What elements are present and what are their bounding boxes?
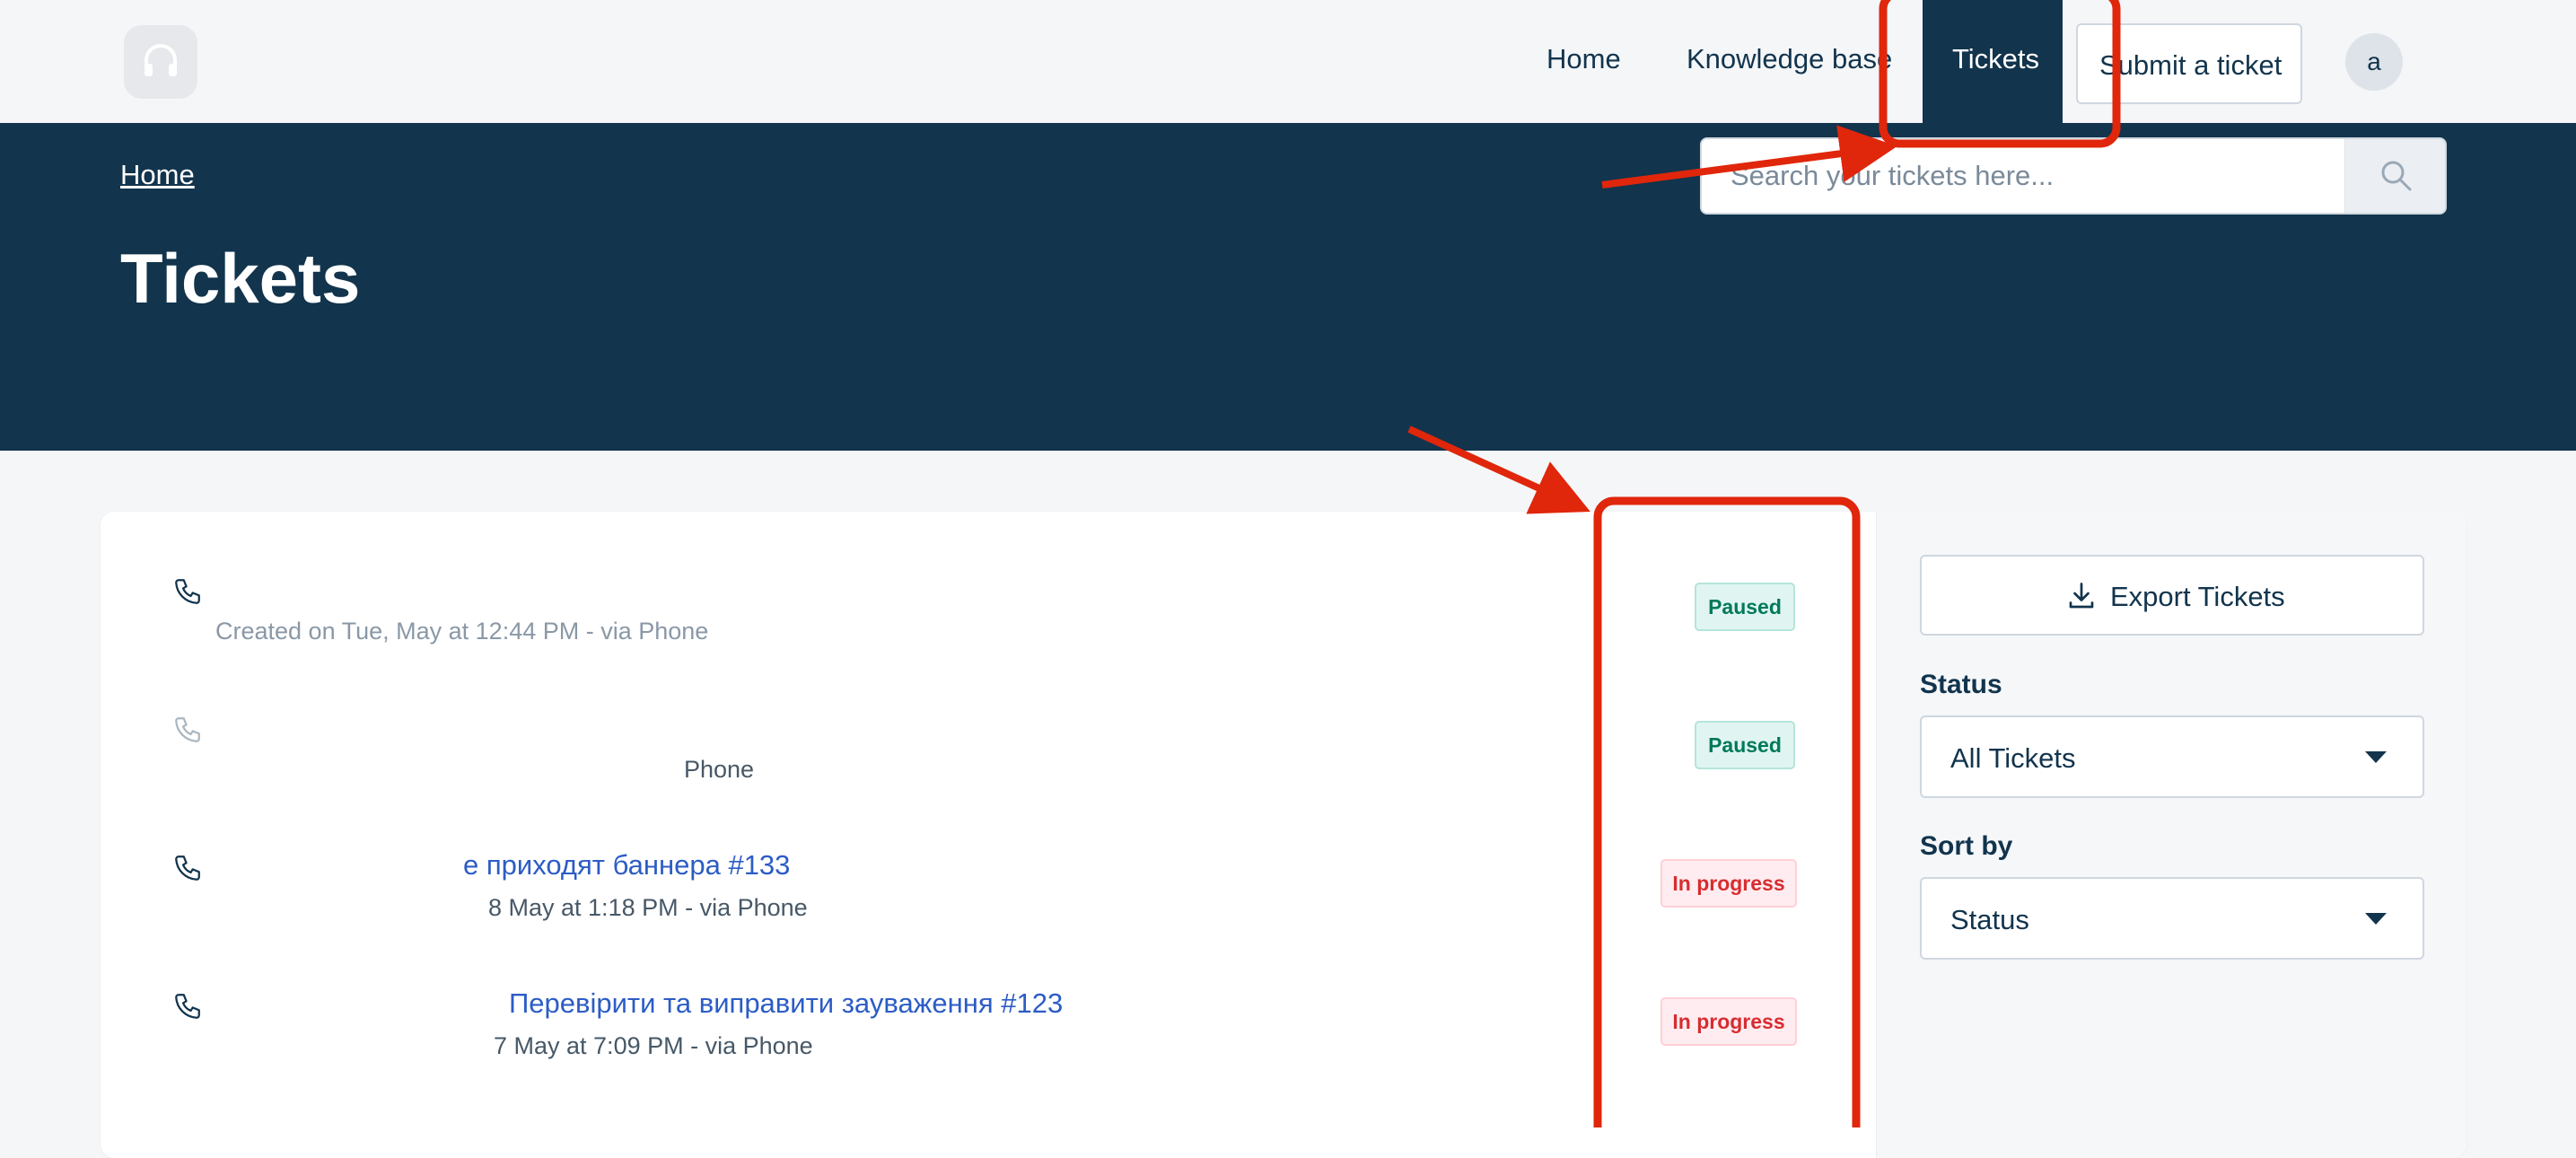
submit-ticket-label: Submit a ticket [2099, 49, 2282, 81]
ticket-row[interactable]: е приходят баннера #133 8 May at 1:18 PM… [101, 788, 1876, 926]
caret-down-icon [2365, 751, 2387, 763]
tickets-card: Created on Tue, May at 12:44 PM - via Ph… [101, 512, 2466, 1158]
sort-by-select[interactable]: Status [1920, 877, 2424, 960]
export-tickets-button[interactable]: Export Tickets [1920, 555, 2424, 636]
status-badge: In progress [1660, 859, 1797, 908]
status-badge: Paused [1695, 583, 1795, 631]
status-filter-select[interactable]: All Tickets [1920, 715, 2424, 798]
nav-home-link[interactable]: Home [1546, 43, 1621, 75]
headset-icon [145, 44, 177, 76]
export-tickets-label: Export Tickets [2110, 581, 2285, 612]
top-navigation: Home Knowledge base Tickets Submit a tic… [0, 0, 2576, 123]
caret-down-icon [2365, 913, 2387, 925]
status-badge: In progress [1660, 997, 1797, 1046]
ticket-title[interactable]: Перевірити та виправити зауваження #123 [509, 987, 1063, 1020]
ticket-row[interactable]: Created on Tue, May at 12:44 PM - via Ph… [101, 512, 1876, 650]
breadcrumb-home[interactable]: Home [120, 159, 195, 191]
ticket-meta: 7 May at 7:09 PM - via Phone [494, 1032, 813, 1059]
page-title: Tickets [120, 239, 361, 318]
hero-banner: Home Tickets [0, 123, 2576, 451]
portal-logo[interactable] [124, 25, 197, 99]
status-filter-label: Status [1920, 670, 2002, 699]
ticket-meta: Phone [684, 756, 755, 783]
phone-icon [175, 579, 200, 604]
phone-icon [175, 855, 200, 881]
nav-tickets-tab[interactable]: Tickets [1923, 0, 2063, 123]
search-icon [2381, 161, 2412, 191]
ticket-meta: 8 May at 1:18 PM - via Phone [488, 894, 808, 921]
ticket-row[interactable]: Перевірити та виправити зауваження #123 … [101, 926, 1876, 1065]
nav-knowledge-base-link[interactable]: Knowledge base [1687, 43, 1892, 75]
ticket-title[interactable]: е приходят баннера #133 [463, 849, 790, 882]
download-icon [2069, 583, 2094, 609]
user-avatar[interactable]: a [2345, 33, 2403, 91]
submit-ticket-button[interactable]: Submit a ticket [2076, 23, 2302, 104]
ticket-search-input[interactable] [1702, 139, 2344, 213]
ticket-list: Created on Tue, May at 12:44 PM - via Ph… [101, 512, 1876, 1158]
ticket-meta: Created on Tue, May at 12:44 PM - via Ph… [215, 618, 709, 645]
ticket-search-box [1700, 137, 2447, 215]
phone-icon [175, 717, 200, 742]
filter-sidebar: Export Tickets Status All Tickets Sort b… [1876, 512, 2466, 1158]
search-button[interactable] [2344, 139, 2445, 213]
nav-tickets-label: Tickets [1952, 43, 2040, 75]
status-filter-value: All Tickets [1950, 742, 2076, 774]
phone-icon [175, 994, 200, 1019]
status-badge: Paused [1695, 721, 1795, 769]
sort-by-label: Sort by [1920, 831, 2013, 861]
sort-by-value: Status [1950, 904, 2029, 935]
ticket-row[interactable]: Phone Paused [101, 650, 1876, 788]
